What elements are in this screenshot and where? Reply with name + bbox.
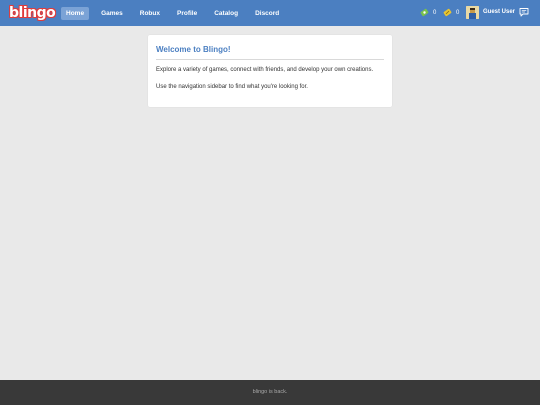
divider (156, 59, 384, 60)
nav-robux[interactable]: Robux (135, 7, 165, 20)
footer: blingo is back. (0, 380, 540, 405)
avatar[interactable] (466, 6, 479, 19)
nav-catalog[interactable]: Catalog (209, 7, 243, 20)
nav-home[interactable]: Home (61, 7, 90, 20)
avatar-image (466, 6, 479, 19)
robux-count: 0 (433, 9, 437, 16)
welcome-card: Welcome to Blingo! Explore a variety of … (148, 35, 392, 107)
footer-text: blingo is back. (252, 389, 288, 395)
blingo-logo[interactable]: blingo (9, 4, 56, 22)
chat-icon[interactable] (519, 7, 529, 17)
tickets-icon (443, 8, 452, 17)
nav-discord[interactable]: Discord (250, 7, 284, 20)
welcome-text-1: Explore a variety of games, connect with… (156, 67, 374, 73)
nav-links: Home Games Robux Profile Catalog Discord (61, 7, 291, 20)
top-navbar: blingo Home Games Robux Profile Catalog … (0, 0, 540, 26)
tickets-balance[interactable]: 0 (443, 8, 459, 17)
welcome-title: Welcome to Blingo! (156, 45, 231, 54)
welcome-text-2: Use the navigation sidebar to find what … (156, 84, 308, 90)
robux-balance[interactable]: 0 (420, 8, 436, 17)
tickets-count: 0 (456, 9, 460, 16)
nav-games[interactable]: Games (96, 7, 128, 20)
nav-profile[interactable]: Profile (172, 7, 202, 20)
robux-icon (420, 8, 429, 17)
username[interactable]: Guest User (483, 9, 515, 15)
